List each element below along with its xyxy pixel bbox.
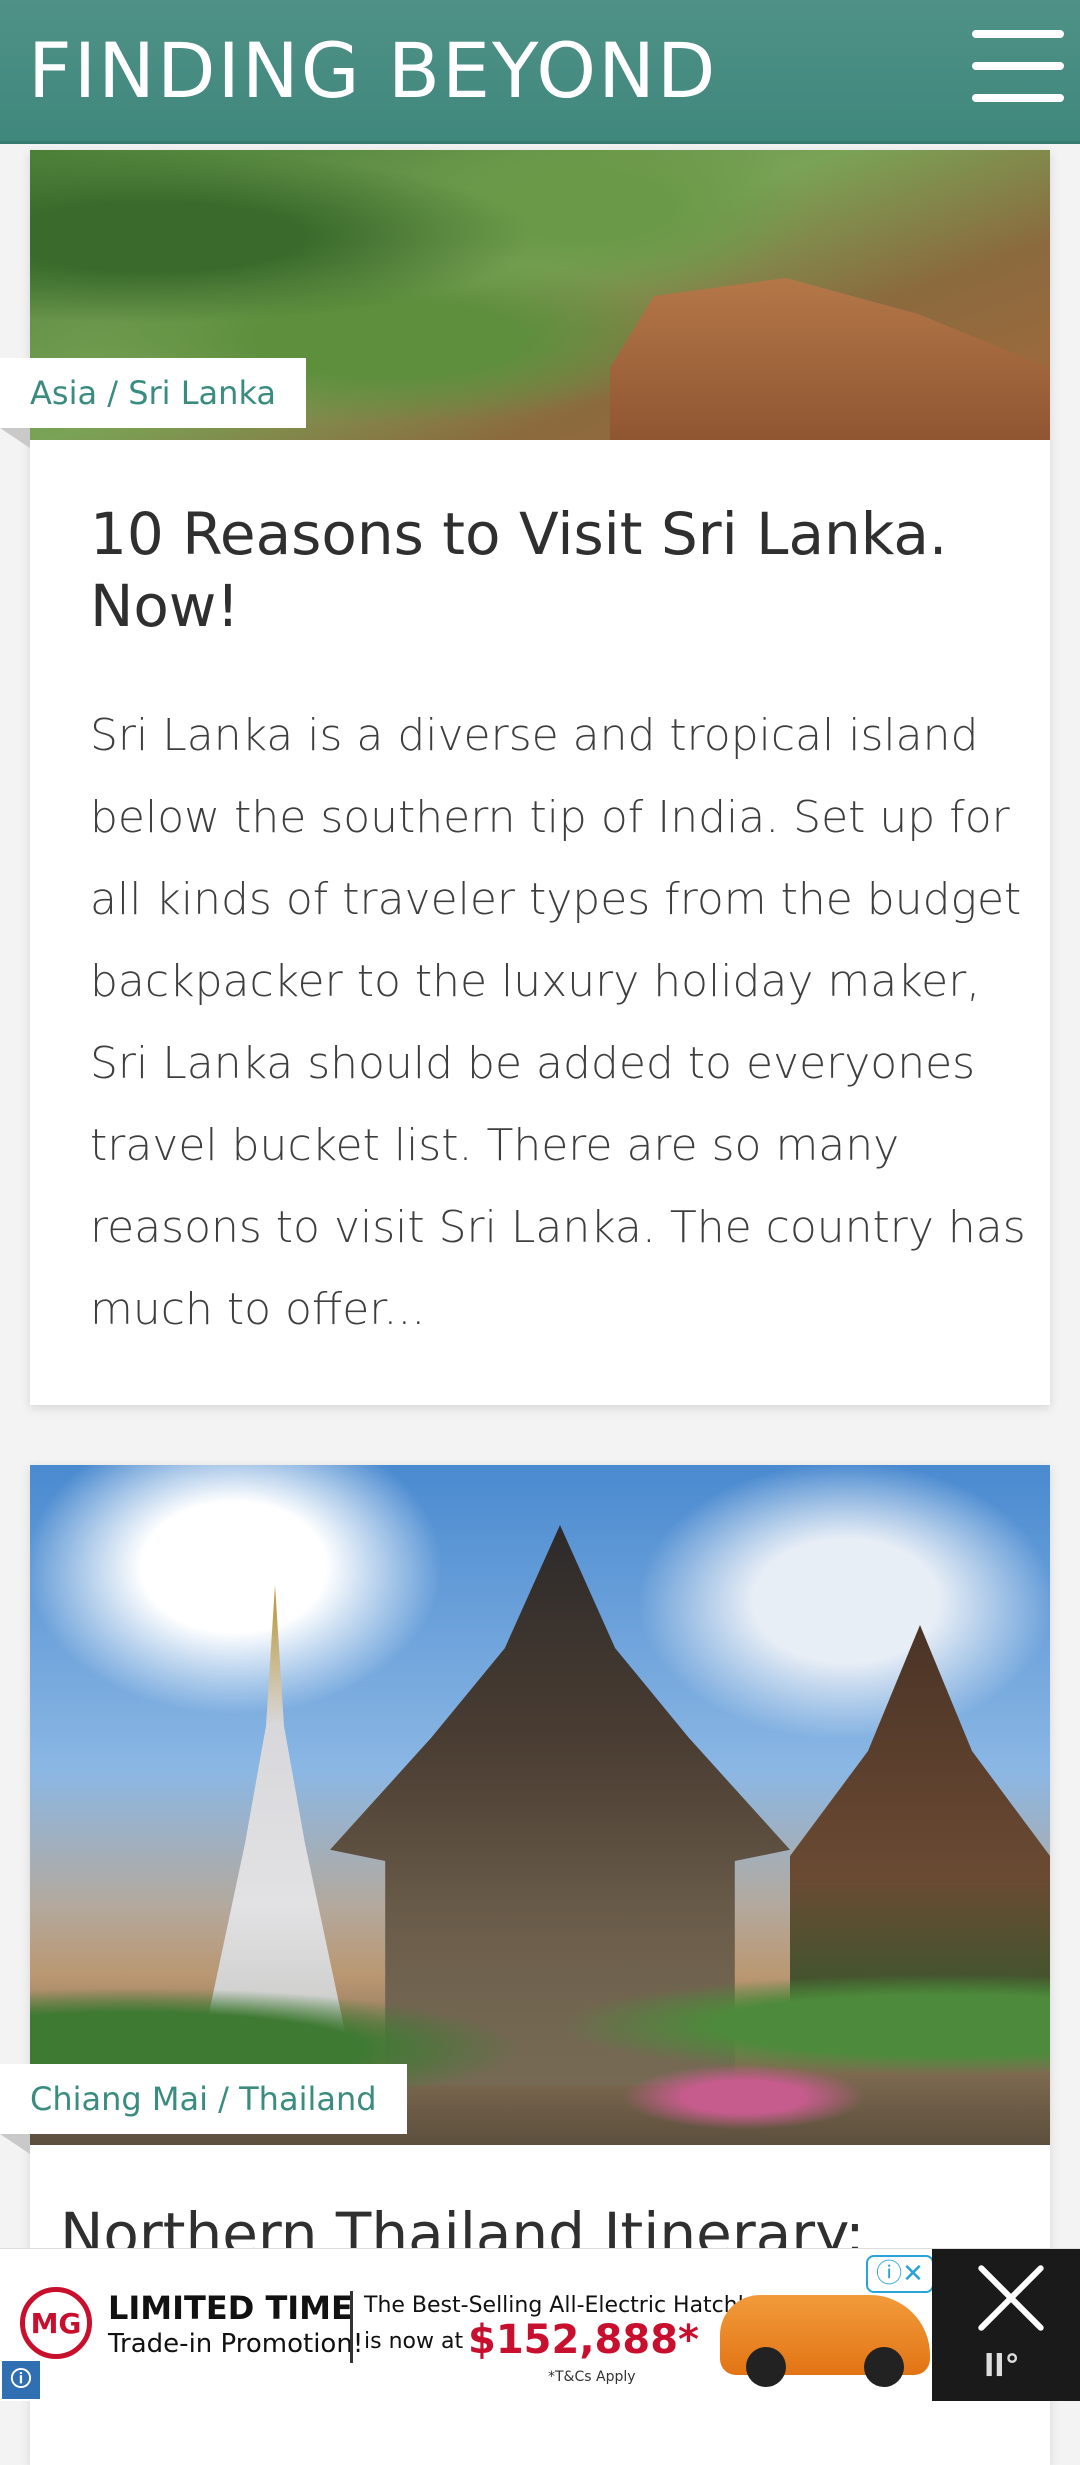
brand-logo: MG bbox=[20, 2287, 92, 2359]
info-icon[interactable]: 🛈 bbox=[2, 2361, 40, 2399]
ad-headline: LIMITED TIME bbox=[108, 2289, 353, 2327]
post-title[interactable]: 10 Reasons to Visit Sri Lanka. Now! bbox=[90, 498, 1030, 642]
tag-fold bbox=[0, 428, 30, 448]
ad-description: is now at bbox=[364, 2329, 464, 2354]
hamburger-menu-icon[interactable] bbox=[972, 30, 1064, 102]
menu-bar bbox=[972, 94, 1064, 102]
ad-network-icon: ll° bbox=[984, 2349, 1020, 2384]
close-icon[interactable] bbox=[972, 2263, 1048, 2335]
ad-divider bbox=[350, 2291, 353, 2363]
adchoices-icon[interactable]: ⓘ✕ bbox=[866, 2255, 934, 2293]
post-excerpt: Sri Lanka is a diverse and tropical isla… bbox=[90, 710, 1026, 1335]
ad-price: $152,888* bbox=[468, 2317, 699, 2363]
ad-subline: Trade-in Promotion! bbox=[108, 2329, 364, 2359]
post-category-tag[interactable]: Asia / Sri Lanka bbox=[0, 358, 307, 428]
menu-bar bbox=[972, 62, 1064, 70]
car-image bbox=[720, 2295, 930, 2387]
ad-terms: *T&Cs Apply bbox=[548, 2369, 636, 2385]
ad-close-panel: ll° bbox=[932, 2249, 1080, 2401]
post-featured-image[interactable] bbox=[30, 1465, 1050, 2145]
menu-bar bbox=[972, 30, 1064, 38]
site-header: FINDING BEYOND bbox=[0, 0, 1080, 144]
post-card[interactable]: 10 Reasons to Visit Sri Lanka. Now! Sri … bbox=[30, 150, 1050, 1405]
tag-fold bbox=[0, 2134, 30, 2154]
ruins-rock-shape bbox=[610, 278, 1050, 440]
ad-banner[interactable]: MG LIMITED TIME Trade-in Promotion! The … bbox=[0, 2248, 1080, 2401]
site-logo[interactable]: FINDING BEYOND bbox=[28, 26, 717, 115]
post-category-tag[interactable]: Chiang Mai / Thailand bbox=[0, 2064, 407, 2134]
